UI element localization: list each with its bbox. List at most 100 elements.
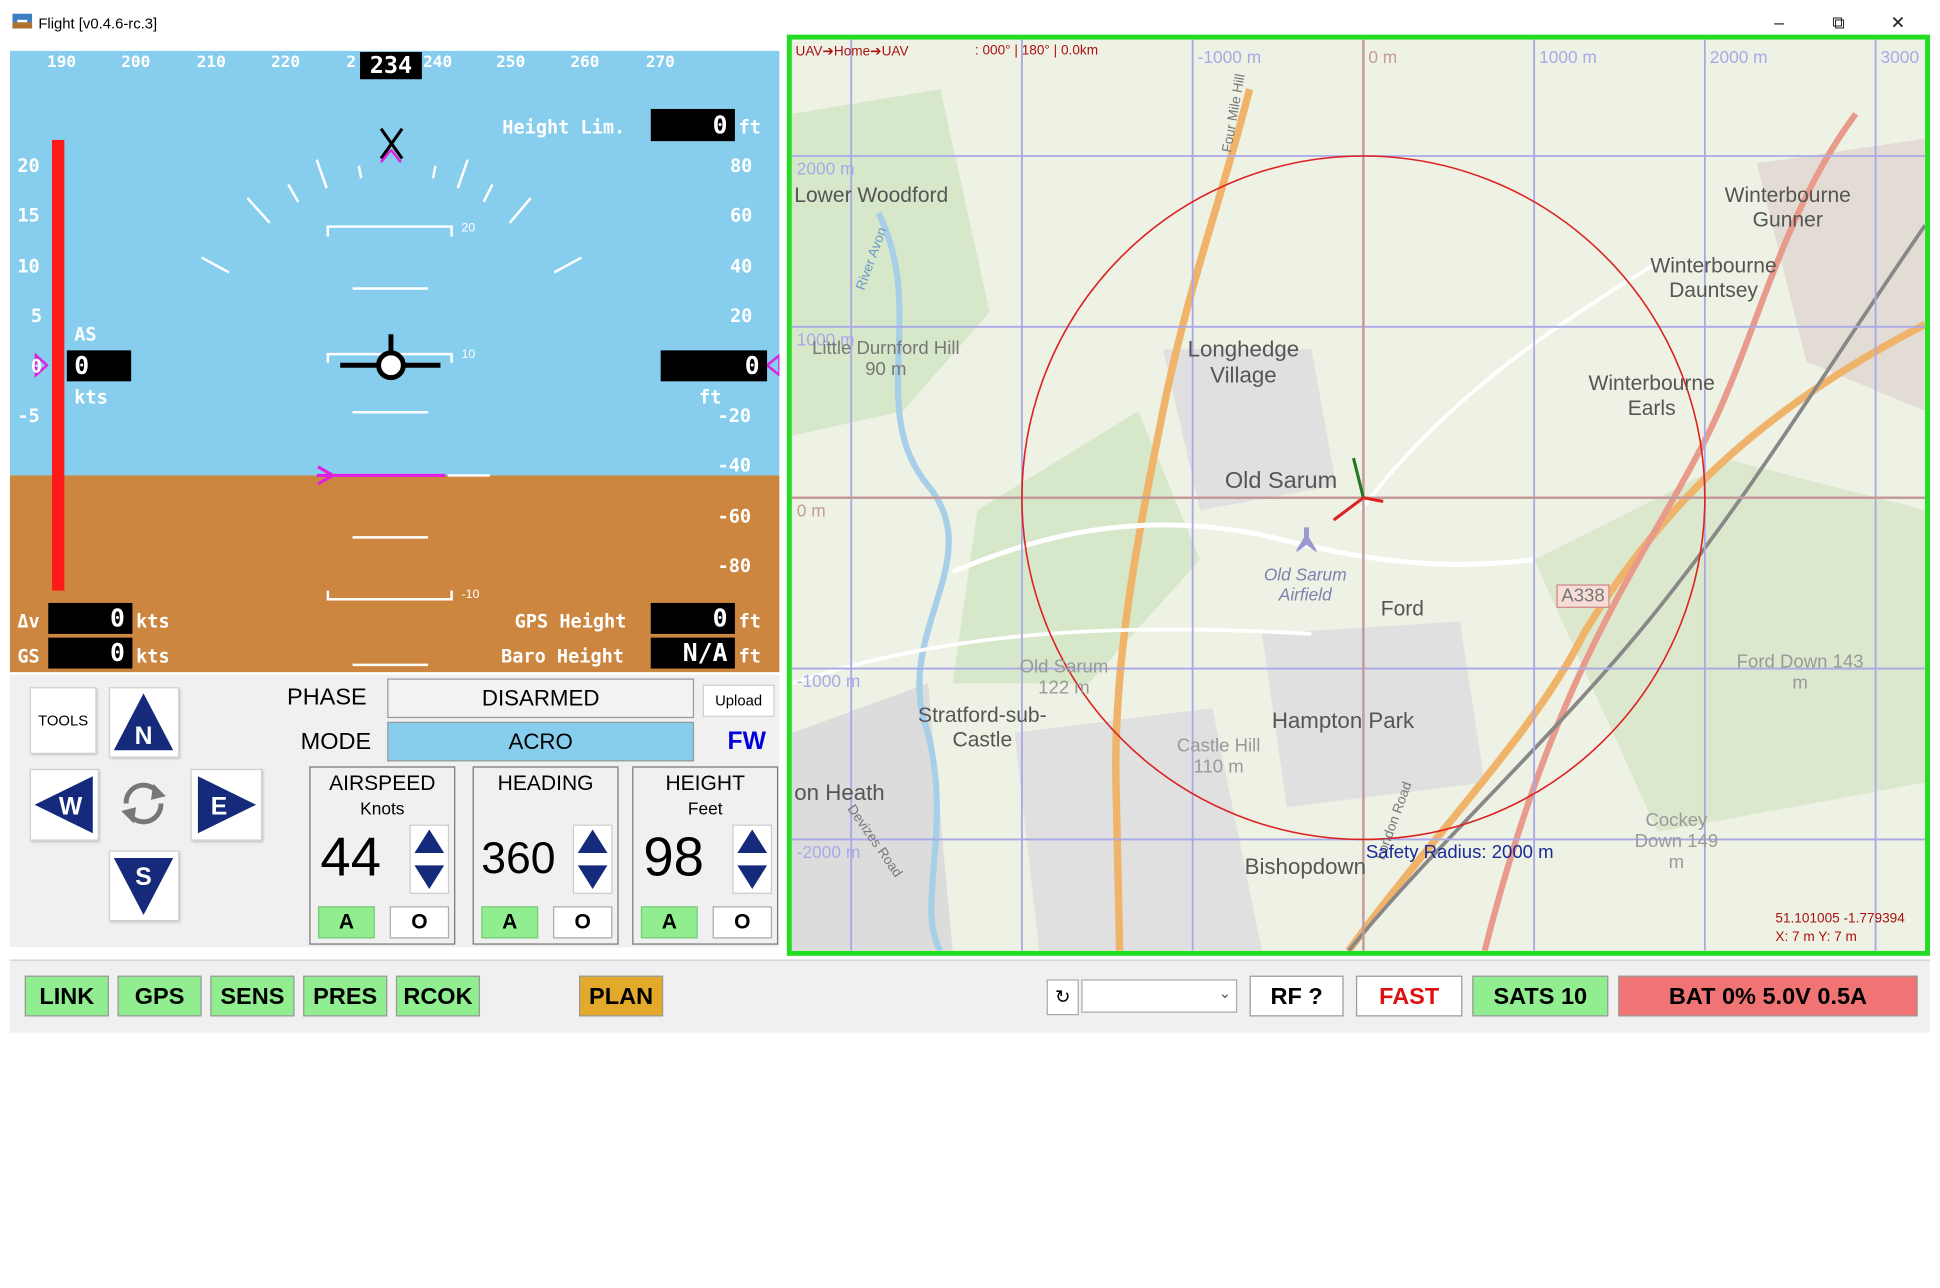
ground-speed-unit: kts <box>136 645 170 668</box>
baro-height-label: Baro Height <box>501 645 624 668</box>
primary-flight-display: 190 200 210 220 2 240 250 260 270 234 He… <box>9 50 780 673</box>
map-place-label: Ford Down 143 m <box>1736 651 1864 694</box>
refresh-icon <box>121 782 166 825</box>
map-place-label: Little Durnford Hill 90 m <box>812 338 960 381</box>
map-place-label: Lower Woodford <box>794 183 949 207</box>
east-arrow-icon: E <box>197 776 257 834</box>
airspeed-bar <box>51 139 65 591</box>
airspeed-value: 0 <box>66 350 132 382</box>
plan-button[interactable]: PLAN <box>579 975 664 1017</box>
altitude-tick: -20 <box>717 404 752 428</box>
south-arrow-icon: S <box>113 858 174 915</box>
grid-label: 1000 m <box>1539 47 1597 67</box>
speed-tick: 5 <box>30 304 43 327</box>
altitude-tick: 20 <box>729 304 753 327</box>
height-group: HEIGHT Feet 98 A O <box>632 766 779 945</box>
decrement-icon <box>737 865 768 889</box>
safety-radius-label: Safety Radius: 2000 m <box>1365 841 1554 863</box>
airspeed-title: AIRSPEED <box>329 771 436 795</box>
pressure-status[interactable]: PRES <box>303 975 388 1017</box>
map-place-label: Castle Hill 110 m <box>1176 735 1261 778</box>
mode-select[interactable]: ACRO <box>387 721 695 762</box>
close-icon[interactable]: ✕ <box>1873 7 1922 37</box>
rf-status[interactable]: RF ? <box>1249 975 1344 1017</box>
link-status[interactable]: LINK <box>24 975 109 1017</box>
map-view[interactable]: UAV➔Home➔UAV : 000° | 180° | 0.0km -1000… <box>786 34 1931 956</box>
chevron-down-icon: ⌄ <box>1218 984 1232 1002</box>
map-info-route: UAV➔Home➔UAV <box>795 44 909 60</box>
map-place-label: Old Sarum 122 m <box>1019 656 1109 699</box>
pitch-label: -10 <box>461 588 480 602</box>
height-setpoint: 98 <box>643 827 704 888</box>
south-button[interactable]: S <box>108 850 180 922</box>
west-button[interactable]: W <box>29 768 99 841</box>
height-auto-button[interactable]: A <box>640 906 698 939</box>
map-place-label: Winterbourne Earls <box>1588 371 1715 420</box>
map-place-label: Stratford-sub-Castle <box>918 703 1047 752</box>
east-button[interactable]: E <box>190 768 263 841</box>
upload-button[interactable]: Upload <box>702 684 775 717</box>
heading-group: HEADING 360 A O <box>472 766 619 945</box>
north-arrow-icon: N <box>113 693 174 751</box>
delta-v-label: Δv <box>17 610 40 633</box>
grid-label: -1000 m <box>1197 47 1262 67</box>
cursor-coordinates: 51.101005 -1.779394 <box>1775 911 1905 927</box>
west-arrow-icon: W <box>34 776 93 834</box>
altitude-tick: -80 <box>717 554 752 577</box>
increment-icon <box>414 829 445 854</box>
airspeed-unit: kts <box>74 386 108 409</box>
height-stepper[interactable] <box>732 824 773 894</box>
increment-icon <box>577 829 608 854</box>
height-title: HEIGHT <box>665 771 745 795</box>
speed-tick: 0 <box>30 355 43 378</box>
altitude-tick: 60 <box>729 204 753 227</box>
status-bar: LINK GPS SENS PRES RCOK PLAN ↻ ⌄ RF ? FA… <box>9 959 1931 1033</box>
tools-button[interactable]: TOOLS <box>29 687 97 755</box>
svg-text:E: E <box>211 794 228 821</box>
map-place-label: Cockey Down 149 m <box>1634 809 1719 873</box>
map-canvas[interactable] <box>791 39 1926 951</box>
map-place-label: Bishopdown <box>1244 854 1366 880</box>
sensors-status[interactable]: SENS <box>210 975 295 1017</box>
rc-status[interactable]: RCOK <box>395 975 481 1017</box>
vehicle-type-label: FW <box>727 728 766 756</box>
cursor-xy: X: 7 m Y: 7 m <box>1775 929 1857 945</box>
app-icon <box>12 13 33 29</box>
battery-status[interactable]: BAT 0% 5.0V 0.5A <box>1618 975 1918 1017</box>
height-override-button[interactable]: O <box>712 906 773 939</box>
sats-status[interactable]: SATS 10 <box>1472 975 1609 1017</box>
altitude-value: 0 <box>660 350 768 382</box>
north-button[interactable]: N <box>108 687 180 758</box>
map-place-label: Longhedge Village <box>1187 336 1300 388</box>
heading-auto-button[interactable]: A <box>481 906 539 939</box>
refresh-icon[interactable]: ↻ <box>1046 979 1079 1016</box>
heading-setpoint: 360 <box>481 832 556 883</box>
fast-status[interactable]: FAST <box>1355 975 1463 1017</box>
phase-field: DISARMED <box>387 678 695 719</box>
map-info-values: : 000° | 180° | 0.0km <box>974 43 1099 59</box>
heading-override-button[interactable]: O <box>553 906 613 939</box>
map-place-label: Old Sarum Airfield <box>1263 564 1347 605</box>
aircraft-symbol <box>340 334 441 381</box>
airspeed-unit: Knots <box>360 798 405 819</box>
speed-tick: -5 <box>17 404 40 428</box>
airspeed-auto-button[interactable]: A <box>317 906 375 939</box>
airspeed-override-button[interactable]: O <box>389 906 450 939</box>
map-place-label: Old Sarum <box>1224 468 1338 495</box>
svg-text:W: W <box>59 794 83 821</box>
restore-icon[interactable]: ⧉ <box>1814 7 1863 37</box>
airspeed-stepper[interactable] <box>409 824 450 894</box>
heading-stepper[interactable] <box>572 824 613 894</box>
recenter-button[interactable] <box>111 769 175 838</box>
grid-label: 2000 m <box>796 158 855 179</box>
speed-tick: 20 <box>17 154 40 178</box>
decrement-icon <box>414 865 445 889</box>
pitch-label: 20 <box>461 221 476 236</box>
mode-label: MODE <box>300 729 372 756</box>
altitude-tick: -40 <box>717 454 752 477</box>
port-dropdown[interactable]: ⌄ <box>1081 979 1238 1013</box>
increment-icon <box>737 829 768 854</box>
minimize-icon[interactable]: – <box>1754 7 1803 37</box>
gps-status[interactable]: GPS <box>117 975 202 1017</box>
grid-label: 2000 m <box>1709 47 1768 67</box>
